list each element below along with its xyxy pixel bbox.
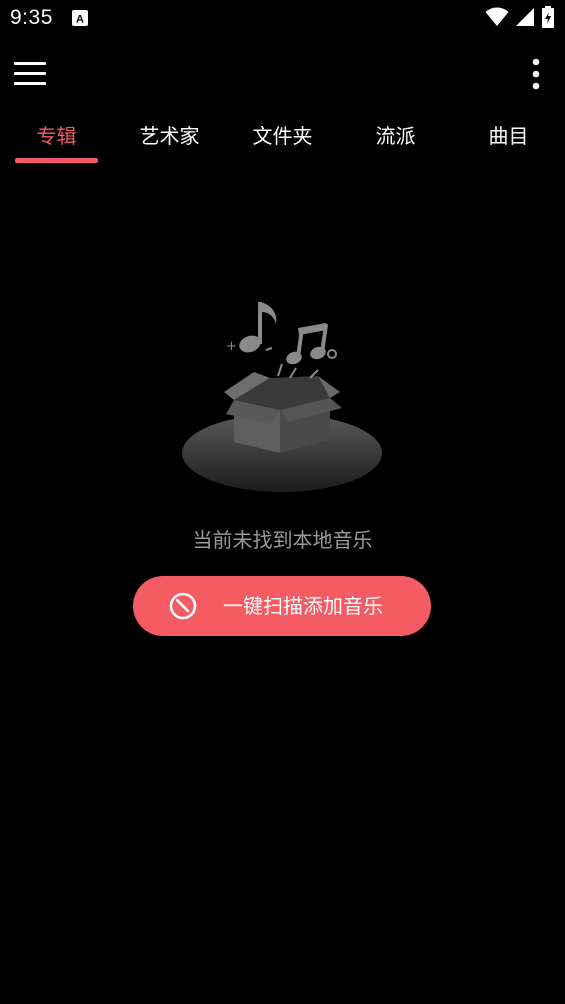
menu-button[interactable] (10, 54, 50, 94)
signal-icon (515, 7, 535, 31)
status-time: 9:35 (10, 6, 53, 29)
active-tab-indicator (15, 158, 98, 163)
svg-text:+: + (226, 339, 237, 354)
more-vertical-icon (532, 58, 540, 90)
status-bar: 9:35 A (0, 0, 565, 38)
wifi-icon (485, 7, 509, 31)
toolbar (0, 38, 565, 110)
tab-artists[interactable]: 艺术家 (113, 110, 226, 158)
tab-albums[interactable]: 专辑 (0, 110, 113, 158)
status-icons (485, 6, 555, 32)
empty-state-message: 当前未找到本地音乐 (192, 528, 373, 552)
scan-button-label: 一键扫描添加音乐 (223, 594, 383, 618)
hamburger-menu-icon (14, 62, 46, 85)
battery-icon (541, 6, 555, 32)
tab-tracks[interactable]: 曲目 (452, 110, 565, 158)
tab-genres[interactable]: 流派 (339, 110, 452, 158)
more-options-button[interactable] (521, 54, 551, 94)
empty-box-music-notes-icon: + (170, 290, 395, 500)
tab-bar: 专辑 艺术家 文件夹 流派 曲目 (0, 110, 565, 166)
notification-a-icon: A (72, 10, 88, 26)
scan-timer-icon (167, 590, 199, 622)
scan-add-music-button[interactable]: 一键扫描添加音乐 (133, 576, 431, 636)
svg-text:A: A (76, 14, 84, 26)
tab-folders[interactable]: 文件夹 (226, 110, 339, 158)
